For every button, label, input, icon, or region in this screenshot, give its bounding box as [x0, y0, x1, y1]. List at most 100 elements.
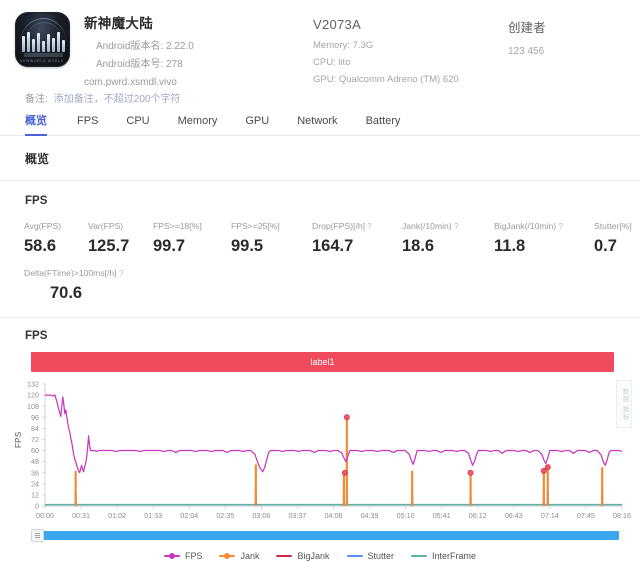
game-app-icon: NEWWORLD WORLD	[14, 12, 70, 67]
metric-label-text: Jank(/10min)	[402, 221, 452, 231]
help-icon[interactable]: ?	[367, 222, 371, 231]
device-cpu: CPU: lito	[313, 57, 351, 68]
metric-label: Jank(/10min) ?	[402, 221, 494, 231]
chart-time-scrollbar[interactable]	[0, 529, 640, 544]
app-meta: 新神魔大陆 Android版本名: 2.22.0 Android版本号: 278…	[84, 10, 194, 88]
legend-label: InterFrame	[432, 551, 477, 561]
svg-text:05:10: 05:10	[397, 511, 415, 520]
metric-value: 11.8	[494, 237, 526, 255]
svg-text:02:04: 02:04	[180, 511, 198, 520]
creator-title: 创建者	[508, 21, 546, 35]
performance-report-page: NEWWORLD WORLD 新神魔大陆 Android版本名: 2.22.0 …	[0, 0, 640, 587]
metrics-row-2: Delta(FTime)>100ms[/h] ? 70.6	[0, 256, 640, 317]
svg-text:08:16: 08:16	[613, 511, 631, 520]
label-band-text: label1	[310, 357, 335, 367]
metric-fps-ge-18: FPS>=18[%] 99.7	[153, 221, 231, 256]
tab-battery[interactable]: Battery	[352, 108, 415, 135]
tab-fps[interactable]: FPS	[63, 108, 112, 135]
svg-text:00:00: 00:00	[36, 511, 54, 520]
svg-text:04:39: 04:39	[361, 511, 379, 520]
handle-grip-icon	[35, 532, 40, 539]
metric-label: Delta(FTime)>100ms[/h] ?	[24, 268, 640, 278]
legend-label: Stutter	[367, 551, 395, 561]
metric-value: 0.7	[594, 237, 617, 255]
app-header: NEWWORLD WORLD 新神魔大陆 Android版本名: 2.22.0 …	[0, 0, 640, 88]
android-version-code: Android版本号: 278	[96, 59, 183, 70]
legend-item-bigjank[interactable]: BigJank	[276, 551, 330, 561]
tab-cpu[interactable]: CPU	[112, 108, 163, 135]
metric-label: Drop(FPS)[/h] ?	[312, 221, 402, 231]
chart-plot-area[interactable]: FPS 0 12 24 36 48 60 72 84 96 108 120 132 00:00 00:31…	[0, 376, 640, 528]
svg-text:03:06: 03:06	[252, 511, 270, 520]
metric-label: Var(FPS)	[88, 221, 124, 231]
metrics-row-1: Avg(FPS) 58.6 Var(FPS) 125.7 FPS>=18[%] …	[0, 207, 640, 256]
metric-value: 164.7	[312, 237, 354, 255]
metric-label: BigJank(/10min) ?	[494, 221, 594, 231]
note-label: 备注:	[25, 93, 48, 105]
chart-title: FPS	[25, 330, 48, 342]
chart-side-tab[interactable]: 数据 指标	[616, 380, 632, 428]
device-info: V2073A Memory: 7.3G CPU: lito GPU: Qualc…	[313, 17, 459, 85]
scrollbar-handle[interactable]	[31, 529, 44, 542]
help-icon[interactable]: ?	[558, 222, 562, 231]
android-version-name: Android版本名: 2.22.0	[96, 41, 194, 52]
metric-drop-fps: Drop(FPS)[/h] ? 164.7	[312, 221, 402, 256]
metric-label: FPS>=25[%]	[231, 221, 280, 231]
legend-item-fps[interactable]: FPS	[163, 551, 202, 561]
metric-value: 99.7	[153, 237, 186, 255]
tab-gpu[interactable]: GPU	[231, 108, 283, 135]
legend-swatch-jank	[219, 553, 236, 559]
svg-text:05:41: 05:41	[433, 511, 451, 520]
svg-text:36: 36	[31, 468, 39, 477]
chart-side-tab-text: 数据 指标	[621, 387, 628, 421]
svg-text:03:37: 03:37	[288, 511, 306, 520]
legend-item-stutter[interactable]: Stutter	[346, 551, 395, 561]
help-icon[interactable]: ?	[119, 269, 123, 278]
svg-text:60: 60	[31, 446, 39, 455]
tab-network[interactable]: Network	[283, 108, 351, 135]
svg-text:108: 108	[27, 402, 39, 411]
legend-item-jank[interactable]: Jank	[219, 551, 259, 561]
svg-text:00:31: 00:31	[72, 511, 90, 520]
svg-text:06:12: 06:12	[469, 511, 487, 520]
app-name: 新神魔大陆	[84, 16, 153, 31]
metric-label: FPS>=18[%]	[153, 221, 202, 231]
metric-var-fps: Var(FPS) 125.7	[88, 221, 153, 256]
package-name: com.pwrd.xsmdl.vivo	[84, 77, 177, 88]
fps-line-chart[interactable]: 0 12 24 36 48 60 72 84 96 108 120 132 00:00 00:31 01:0…	[0, 376, 640, 528]
svg-text:02:35: 02:35	[216, 511, 234, 520]
svg-text:72: 72	[31, 435, 39, 444]
tab-overview[interactable]: 概览	[25, 108, 63, 136]
device-gpu: GPU: Qualcomm Adreno (TM) 620	[313, 74, 459, 85]
metric-label: Avg(FPS)	[24, 221, 62, 231]
svg-text:120: 120	[27, 391, 39, 400]
metric-jank: Jank(/10min) ? 18.6	[402, 221, 494, 256]
creator-value: 123 456	[508, 46, 545, 57]
metric-avg-fps: Avg(FPS) 58.6	[24, 221, 88, 256]
metric-label: Stutter[%]	[594, 221, 632, 231]
help-icon[interactable]: ?	[454, 222, 458, 231]
svg-text:84: 84	[31, 424, 39, 433]
svg-text:07:45: 07:45	[577, 511, 595, 520]
app-icon-container: NEWWORLD WORLD	[0, 10, 84, 67]
main-tabs: 概览 FPS CPU Memory GPU Network Battery	[0, 108, 640, 136]
label-band[interactable]: label1	[31, 352, 614, 372]
scrollbar-track[interactable]	[31, 531, 619, 540]
fps-metrics-section: FPS Avg(FPS) 58.6 Var(FPS) 125.7 FPS>=18…	[0, 181, 640, 318]
svg-text:12: 12	[31, 491, 39, 500]
metric-bigjank: BigJank(/10min) ? 11.8	[494, 221, 594, 256]
icon-base-bar	[23, 53, 63, 57]
icon-caption: NEWWORLD WORLD	[20, 59, 64, 63]
metric-label-text: BigJank(/10min)	[494, 221, 557, 231]
svg-text:07:14: 07:14	[541, 511, 559, 520]
tab-memory[interactable]: Memory	[164, 108, 232, 135]
metric-value: 125.7	[88, 237, 130, 255]
legend-item-interframe[interactable]: InterFrame	[411, 551, 476, 561]
svg-text:132: 132	[27, 380, 39, 389]
svg-text:06:43: 06:43	[505, 511, 523, 520]
device-memory: Memory: 7.3G	[313, 40, 374, 51]
metric-fps-ge-25: FPS>=25[%] 99.5	[231, 221, 312, 256]
add-note-link[interactable]: 添加备注，不超过200个字符	[54, 90, 181, 105]
legend-swatch-interframe	[411, 555, 428, 557]
metric-value: 70.6	[50, 284, 83, 302]
